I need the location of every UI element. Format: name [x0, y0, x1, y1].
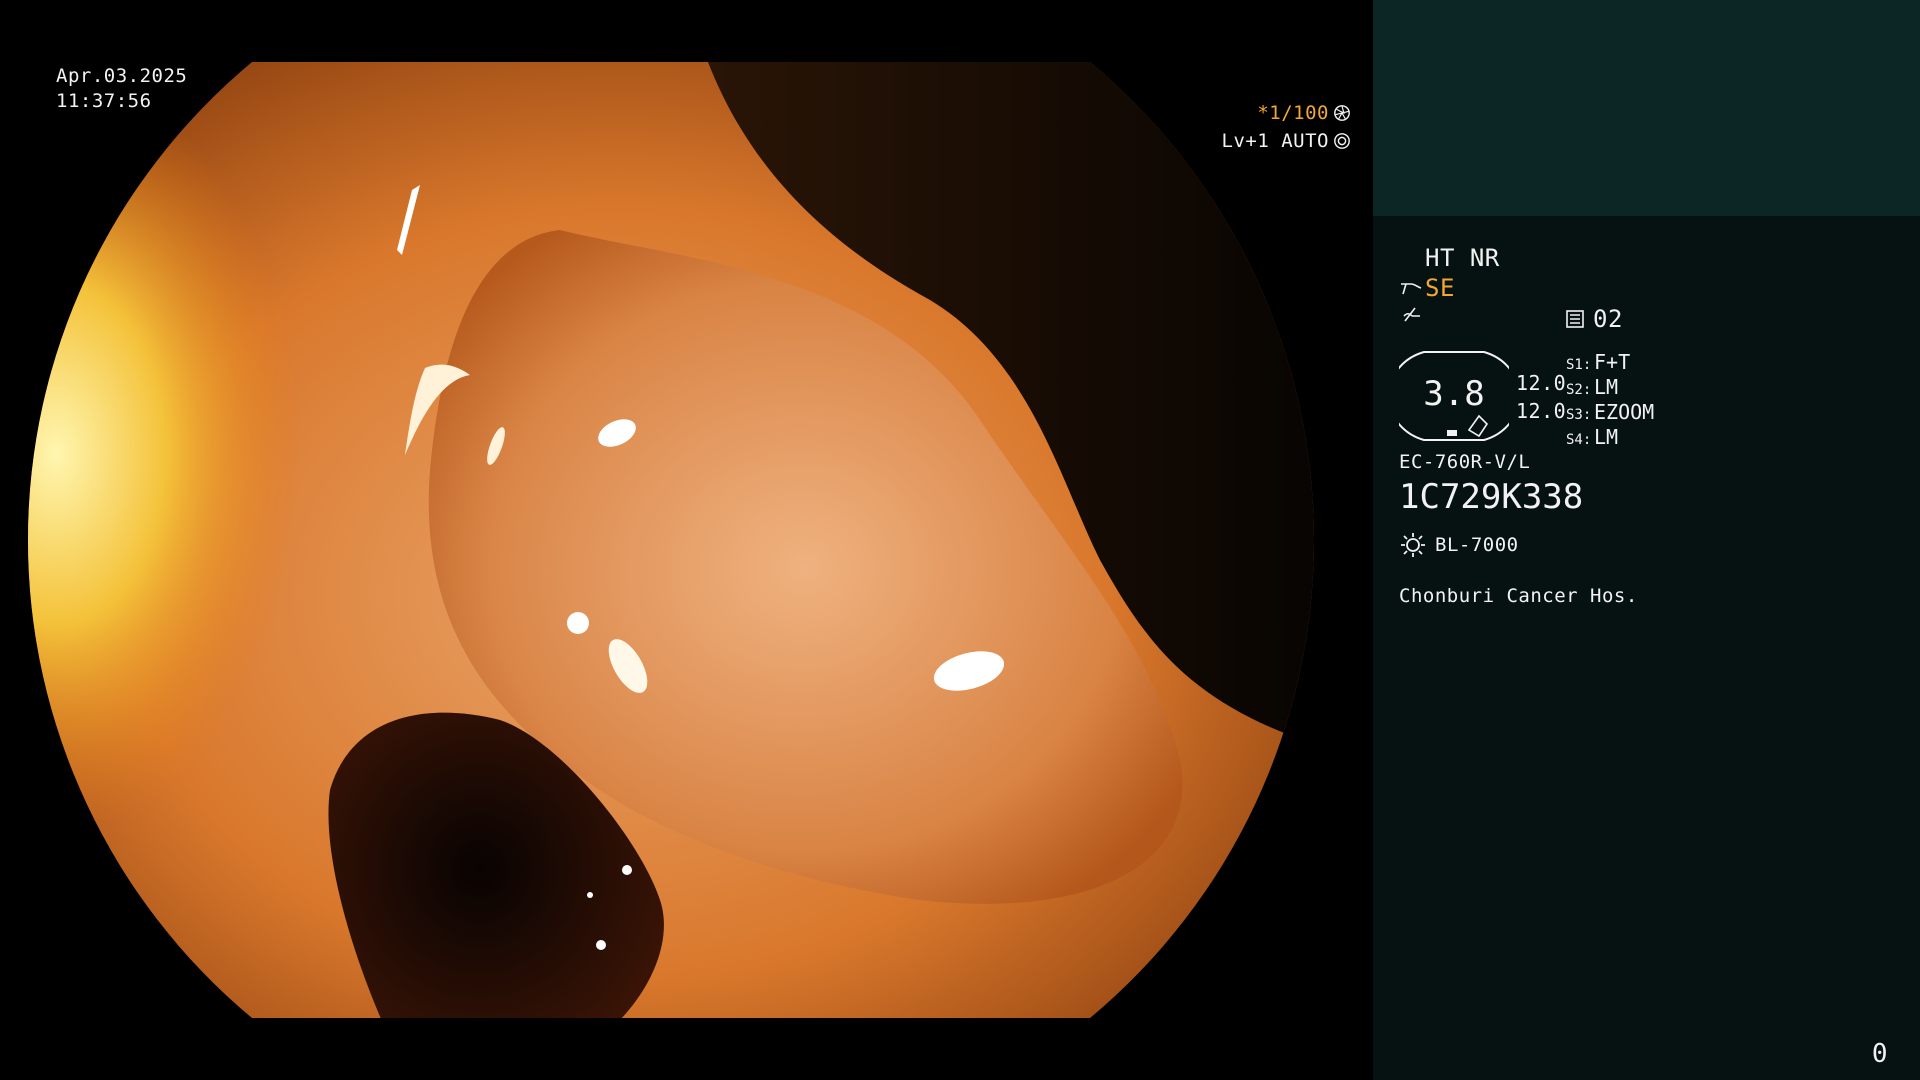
- image-counter: 0: [1871, 1039, 1888, 1069]
- switch-setting-s3: S3: EZOOM: [1566, 400, 1654, 425]
- se-label: SE: [1425, 274, 1455, 302]
- dial-param-1: 12.0: [1516, 371, 1567, 395]
- ht-nr-label: HT NR: [1425, 244, 1500, 272]
- aperture-icon: [1334, 105, 1350, 121]
- enhancement-row: [1401, 305, 1423, 335]
- iris-level: Lv+1 AUTO: [1221, 129, 1329, 152]
- shutter-row: *1/100: [1222, 99, 1351, 127]
- switch-setting-s1: S1: F+T: [1566, 350, 1654, 375]
- switch-key: S4:: [1566, 432, 1592, 448]
- enhancement-icon: [1403, 307, 1420, 322]
- scope-model: EC-760R-V/L: [1399, 451, 1531, 473]
- memory-slot-number: 02: [1593, 305, 1623, 333]
- switch-setting-s2: S2: LM: [1566, 375, 1654, 400]
- switch-key: S2:: [1566, 382, 1592, 398]
- scope-tip-icon: [1401, 283, 1422, 295]
- exam-date: Apr.03.2025: [56, 65, 188, 87]
- switch-value: LM: [1594, 425, 1619, 449]
- iris-row: Lv+1 AUTO: [1222, 127, 1351, 155]
- switch-settings-list: S1: F+T S2: LM S3: EZOOM S4: LM: [1566, 350, 1654, 450]
- switch-setting-s4: S4: LM: [1566, 425, 1654, 450]
- se-row: SE: [1399, 274, 1455, 302]
- exam-time: 11:37:56: [56, 90, 152, 112]
- endoscope-view: Apr.03.2025 11:37:56 *1/100 Lv+1 AUTO: [0, 0, 1373, 1080]
- light-source-model: BL-7000: [1435, 534, 1519, 556]
- memory-slot-icon: [1566, 310, 1584, 328]
- switch-key: S3:: [1566, 407, 1592, 423]
- date-time-overlay: Apr.03.2025 11:37:56: [56, 64, 187, 114]
- switch-key: S1:: [1566, 357, 1592, 373]
- switch-value: LM: [1594, 375, 1619, 399]
- switch-value: EZOOM: [1594, 400, 1655, 424]
- switch-value: F+T: [1594, 350, 1631, 374]
- patient-info-area: [1373, 0, 1920, 216]
- hospital-name: Chonburi Cancer Hos.: [1399, 585, 1638, 607]
- dial-param-2: 12.0: [1516, 399, 1567, 423]
- endoscopic-image: [27, 62, 1315, 1018]
- zoom-dial: 3.8: [1387, 350, 1521, 442]
- auto-iris-icon: [1334, 133, 1350, 149]
- scope-serial: 1C729K338: [1399, 477, 1584, 517]
- zoom-value: 3.8: [1423, 374, 1485, 414]
- light-source-icon: [1401, 533, 1425, 557]
- endoscopy-screen: Apr.03.2025 11:37:56 *1/100 Lv+1 AUTO HT…: [0, 0, 1920, 1080]
- exposure-overlay: *1/100 Lv+1 AUTO: [1222, 99, 1351, 155]
- info-panel: HT NR SE 02 3.8 12.0 12.0 S1: F+T S2: LM…: [1373, 0, 1920, 1080]
- memory-slot-row: 02: [1565, 305, 1623, 333]
- light-source-row: BL-7000: [1399, 531, 1519, 559]
- shutter-speed: *1/100: [1257, 101, 1329, 124]
